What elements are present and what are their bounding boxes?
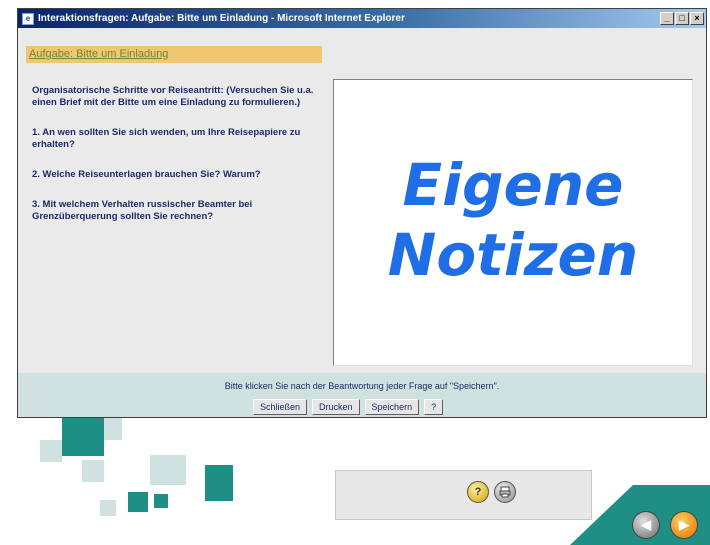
toolbar-panel xyxy=(335,470,592,520)
decor-square xyxy=(205,465,233,501)
maximize-button[interactable]: □ xyxy=(675,12,689,25)
arrow-left-icon: ◀ xyxy=(641,517,651,532)
help-round-button[interactable]: ? xyxy=(467,481,489,503)
decor-square xyxy=(62,418,104,456)
print-button[interactable]: Drucken xyxy=(312,399,360,415)
title-bar[interactable]: e Interaktionsfragen: Aufgabe: Bitte um … xyxy=(18,9,706,28)
decor-square xyxy=(100,500,116,516)
ie-icon: e xyxy=(22,12,34,25)
decor-square xyxy=(82,460,104,482)
question-list: Organisatorische Schritte vor Reiseantri… xyxy=(32,85,322,241)
window-title: Interaktionsfragen: Aufgabe: Bitte um Ei… xyxy=(38,13,405,24)
close-window-button[interactable]: × xyxy=(690,12,704,25)
decor-square xyxy=(40,440,62,462)
question-3: 3. Mit welchem Verhalten russischer Beam… xyxy=(32,199,253,222)
notes-line-1: Eigene xyxy=(402,151,624,219)
notes-placeholder: Eigene Notizen xyxy=(334,150,692,290)
task-header-link[interactable]: Aufgabe: Bitte um Einladung xyxy=(26,46,322,63)
minimize-button[interactable]: _ xyxy=(660,12,674,25)
printer-icon xyxy=(499,486,511,498)
instruction-text: Bitte klicken Sie nach der Beantwortung … xyxy=(224,381,500,391)
decor-square xyxy=(150,455,186,485)
question-icon: ? xyxy=(474,486,482,498)
question-2: 2. Welche Reiseunterlagen brauchen Sie? … xyxy=(32,169,261,180)
back-button[interactable]: ◀ xyxy=(632,511,660,539)
popup-window: e Interaktionsfragen: Aufgabe: Bitte um … xyxy=(17,8,707,418)
decor-square xyxy=(154,494,168,508)
footer-bar: Bitte klicken Sie nach der Beantwortung … xyxy=(18,373,706,417)
notes-line-2: Notizen xyxy=(387,221,639,289)
intro-text: Organisatorische Schritte vor Reiseantri… xyxy=(32,85,314,108)
print-round-button[interactable] xyxy=(494,481,516,503)
question-1: 1. An wen sollten Sie sich wenden, um Ih… xyxy=(32,127,301,150)
button-row: Schließen Drucken Speichern ? xyxy=(253,399,444,415)
arrow-right-icon: ▶ xyxy=(679,517,689,532)
forward-button[interactable]: ▶ xyxy=(670,511,698,539)
notes-textarea[interactable]: Eigene Notizen xyxy=(333,79,693,366)
window-controls: _ □ × xyxy=(660,12,704,25)
close-button[interactable]: Schließen xyxy=(253,399,308,415)
help-button[interactable]: ? xyxy=(424,399,444,415)
decor-square xyxy=(104,418,122,440)
decor-square xyxy=(128,492,148,512)
save-button[interactable]: Speichern xyxy=(364,399,420,415)
